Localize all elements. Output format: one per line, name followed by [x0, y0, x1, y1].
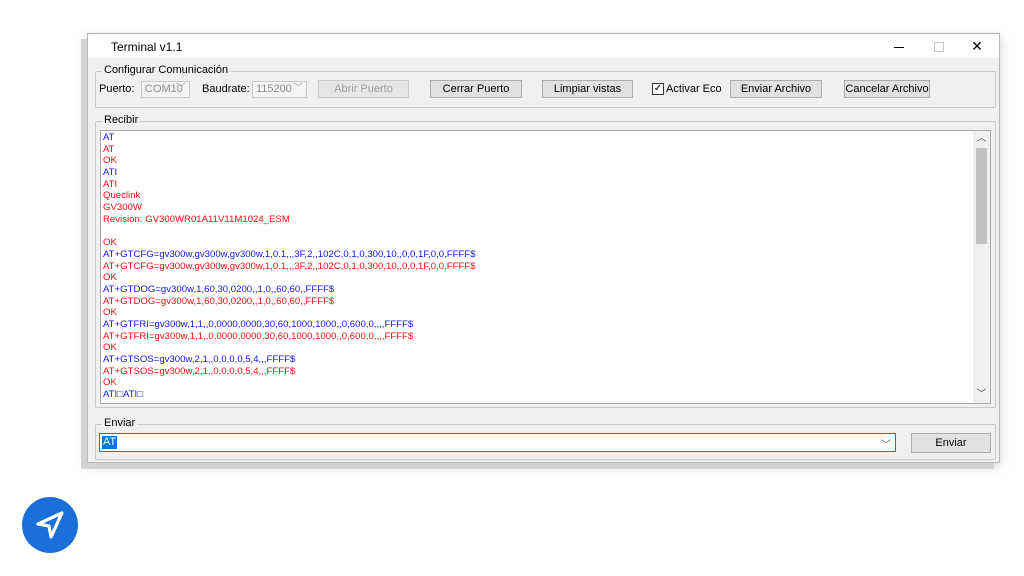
send-group: Enviar AT ﹀ Enviar [95, 417, 996, 460]
receive-line: OK [103, 307, 117, 319]
receive-line: AT+GTFRI=gv300w,1,1,,0,0000,0000,30,60,1… [103, 319, 414, 330]
close-icon: ✕ [971, 38, 983, 54]
maximize-button[interactable] [919, 36, 959, 56]
receive-line: AT+GTFRI=gv300w,1,1,,0,0000,0000,30,60,1… [103, 330, 414, 342]
receive-line: AT+GTCFG=gv300w,gv300w,gv300w,1,0.1,,,3F… [103, 260, 476, 272]
receive-line: AT+GTDOG=gv300w,1,60,30,0200,,1,0,,60,60… [103, 295, 335, 307]
cancel-file-button[interactable]: Cancelar Archivo [844, 80, 930, 98]
receive-line: Revision: GV300WR01A11V11M1024_ESM [103, 213, 290, 225]
receive-line: AT [103, 132, 115, 143]
receive-line: AT+GTCFG=gv300w,gv300w,gv300w,1,0.1,,,3F… [103, 248, 476, 260]
receive-line: AT [103, 143, 115, 155]
maximize-icon [934, 42, 944, 53]
send-navigation-icon[interactable] [22, 497, 78, 553]
config-group: Configurar Comunicación Puerto: COM10 ﹀ … [95, 64, 996, 108]
baud-value: 115200 [256, 83, 292, 95]
receive-line: AT+GTSOS=gv300w,2,1,,0,0,0,0,5,4,,,FFFF$ [103, 365, 296, 377]
receive-line: OK [103, 342, 117, 354]
scroll-down-icon[interactable]: ﹀ [973, 387, 990, 403]
title-bar: Terminal v1.1 ✕ [88, 34, 999, 58]
clear-views-button[interactable]: Limpiar vistas [542, 80, 633, 98]
port-select[interactable]: COM10 ﹀ [141, 81, 190, 98]
close-button[interactable]: ✕ [957, 36, 997, 56]
chevron-down-icon[interactable]: ﹀ [881, 436, 891, 451]
terminal-window: Terminal v1.1 ✕ Configurar Comunicación … [87, 33, 1000, 463]
scroll-up-icon[interactable]: ︿ [973, 131, 990, 147]
receive-line: GV300W [103, 202, 142, 214]
receive-line: ATI□ATI□ [103, 389, 144, 401]
receive-line: OK [103, 377, 117, 389]
receive-line [103, 226, 970, 238]
receive-line: OK [103, 272, 117, 284]
receive-line: AT+GTSOS=gv300w,2,1,,0,0,0,0,5,4,,,FFFF$ [103, 354, 296, 366]
chevron-down-icon: ﹀ [293, 83, 303, 94]
baud-select[interactable]: 115200 ﹀ [252, 81, 307, 98]
checkmark-icon: ✓ [653, 83, 663, 94]
baud-label: Baudrate: [202, 83, 250, 95]
echo-checkbox[interactable]: ✓ [652, 83, 664, 95]
receive-line: Queclink [103, 190, 141, 202]
receive-lines: AT AT OK ATI ATI Queclink GV300W Revision: GV30… [103, 132, 970, 401]
receive-group: Recibir AT AT OK ATI ATI Queclink GV300W Revisi… [95, 114, 996, 408]
receive-line: ATI [103, 178, 118, 190]
minimize-icon [894, 46, 904, 48]
paper-plane-icon [36, 511, 64, 539]
receive-line: OK [103, 237, 117, 249]
receive-log[interactable]: AT AT OK ATI ATI Queclink GV300W Revision: GV30… [100, 130, 991, 404]
send-legend: Enviar [102, 417, 138, 429]
vertical-scrollbar[interactable]: ︿ ﹀ [973, 131, 990, 403]
chevron-down-icon: ﹀ [176, 83, 186, 94]
window-title: Terminal v1.1 [111, 40, 183, 54]
scroll-thumb[interactable] [976, 148, 987, 244]
open-port-button[interactable]: Abrir Puerto [318, 80, 409, 98]
receive-line: OK [103, 155, 117, 167]
minimize-button[interactable] [879, 36, 919, 56]
send-button[interactable]: Enviar [911, 433, 991, 453]
receive-legend: Recibir [102, 114, 141, 126]
echo-label: Activar Eco [666, 83, 722, 95]
close-port-button[interactable]: Cerrar Puerto [430, 80, 522, 98]
send-file-button[interactable]: Enviar Archivo [730, 80, 822, 98]
port-label: Puerto: [99, 83, 135, 95]
send-input[interactable]: AT ﹀ [99, 433, 896, 452]
config-legend: Configurar Comunicación [102, 64, 231, 76]
receive-line: ATI [103, 167, 118, 179]
receive-line: AT+GTDOG=gv300w,1,60,30,0200,,1,0,,60,60… [103, 283, 335, 295]
send-input-value: AT [102, 436, 118, 449]
